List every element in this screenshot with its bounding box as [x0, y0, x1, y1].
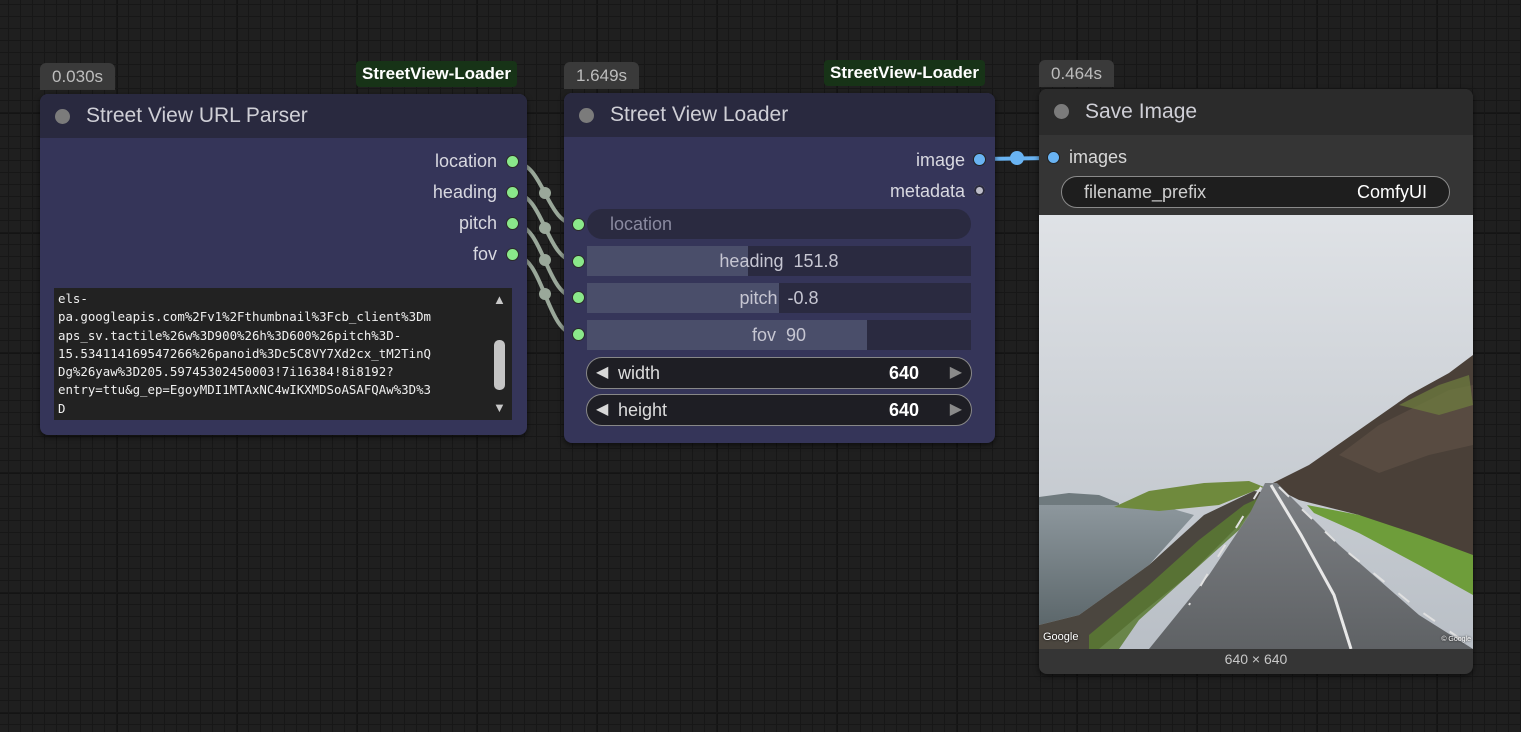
google-watermark-left: Google [1043, 631, 1079, 643]
output-label-pitch: pitch [458, 213, 497, 233]
filename-prefix-label: filename_prefix [1084, 182, 1207, 202]
preview-size-caption: 640 × 640 [1224, 651, 1288, 667]
input-slot-fov[interactable] [573, 329, 584, 340]
collapse-dot-icon[interactable] [579, 108, 594, 123]
pitch-value: -0.8 [787, 288, 819, 308]
output-label-image: image [915, 150, 965, 170]
save-image-node[interactable]: Save Image images filename_prefix ComfyU… [1039, 89, 1473, 674]
save-image-title: Save Image [1085, 100, 1198, 123]
heading-slider[interactable]: heading 151.8 [587, 246, 971, 276]
image-preview[interactable]: Google © Google [1039, 215, 1473, 649]
input-slot-heading[interactable] [573, 256, 584, 267]
output-slot-fov[interactable] [507, 249, 518, 260]
scrollbar-thumb[interactable] [494, 340, 505, 390]
height-stepper[interactable]: ◀ height 640 ▶ [586, 394, 972, 426]
pitch-slider[interactable]: pitch -0.8 [587, 283, 971, 313]
height-label: height [618, 400, 668, 420]
increment-height-icon[interactable]: ▶ [950, 395, 962, 425]
heading-slider-text: heading 151.8 [587, 246, 971, 276]
output-slot-image[interactable] [974, 154, 985, 165]
save-image-title-bar[interactable]: Save Image [1039, 89, 1473, 135]
scroll-up-icon[interactable]: ▲ [493, 292, 506, 307]
filename-prefix-field[interactable]: filename_prefix ComfyUI [1061, 176, 1450, 208]
pitch-slider-text: pitch -0.8 [587, 283, 971, 313]
collapse-dot-icon[interactable] [55, 109, 70, 124]
output-slot-pitch[interactable] [507, 218, 518, 229]
loader-title-bar[interactable]: Street View Loader [564, 93, 995, 137]
url-parser-node[interactable]: Street View URL Parser location heading … [40, 94, 527, 435]
location-input[interactable]: location [587, 209, 971, 239]
url-textarea[interactable]: els- pa.googleapis.com%2Fv1%2Fthumbnail%… [54, 288, 492, 420]
url-parser-timing: 0.030s [40, 63, 116, 90]
decrement-width-icon[interactable]: ◀ [596, 358, 608, 388]
fov-slider[interactable]: fov 90 [587, 320, 971, 350]
url-parser-title-bar[interactable]: Street View URL Parser [40, 94, 527, 138]
filename-prefix-value: ComfyUI [1356, 182, 1427, 202]
input-slot-pitch[interactable] [573, 292, 584, 303]
output-slot-metadata[interactable] [974, 185, 985, 196]
loader-badge: StreetView-Loader [824, 60, 985, 86]
heading-label: heading [719, 251, 784, 271]
output-slot-heading[interactable] [507, 187, 518, 198]
width-label: width [618, 363, 661, 383]
fov-label: fov [751, 325, 776, 345]
collapse-dot-icon[interactable] [1054, 104, 1069, 119]
url-textarea-scrollbar[interactable]: ▲ ▼ [490, 288, 512, 420]
save-image-timing: 0.464s [1039, 60, 1115, 87]
output-label-metadata: metadata [889, 181, 965, 201]
height-value: 640 [888, 400, 919, 420]
output-slot-location[interactable] [507, 156, 518, 167]
pitch-label: pitch [739, 288, 778, 308]
heading-value: 151.8 [793, 251, 839, 271]
output-label-fov: fov [472, 244, 497, 264]
loader-title: Street View Loader [610, 103, 789, 126]
street-view-photo [1039, 215, 1473, 649]
loader-timing: 1.649s [564, 62, 640, 89]
google-watermark-right: © Google [1441, 636, 1471, 643]
scroll-down-icon[interactable]: ▼ [493, 400, 506, 415]
decrement-height-icon[interactable]: ◀ [596, 395, 608, 425]
fov-slider-text: fov 90 [587, 320, 971, 350]
input-slot-location[interactable] [573, 219, 584, 230]
width-stepper[interactable]: ◀ width 640 ▶ [586, 357, 972, 389]
url-parser-badge: StreetView-Loader [356, 61, 517, 87]
increment-width-icon[interactable]: ▶ [950, 358, 962, 388]
url-parser-title: Street View URL Parser [86, 104, 308, 127]
input-slot-images[interactable] [1048, 152, 1059, 163]
output-label-heading: heading [432, 182, 497, 202]
street-view-loader-node[interactable]: Street View Loader image metadata locati… [564, 93, 995, 443]
fov-value: 90 [786, 325, 807, 345]
width-value: 640 [888, 363, 919, 383]
output-label-location: location [434, 151, 497, 171]
input-label-images: images [1069, 147, 1128, 167]
